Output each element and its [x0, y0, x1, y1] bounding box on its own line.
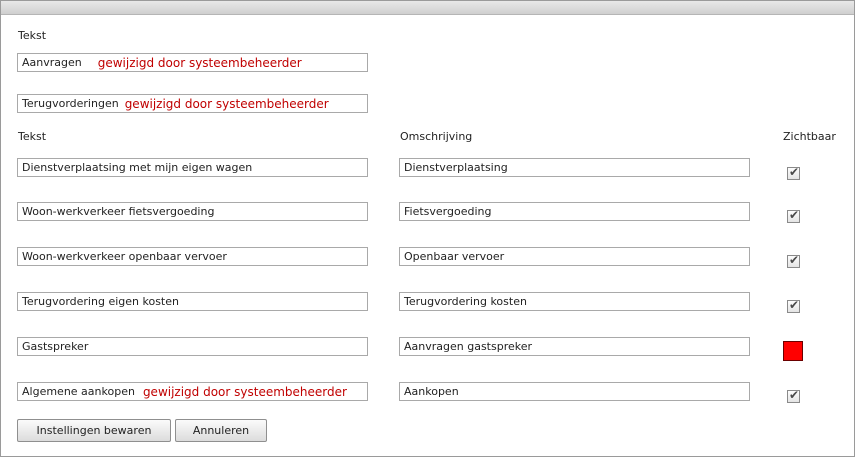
- field-value: Aanvragen gastspreker: [404, 340, 533, 353]
- checkmark-icon: ✔: [789, 253, 800, 267]
- checkmark-icon: ✔: [789, 208, 800, 222]
- row-tekst-field[interactable]: Woon-werkverkeer fietsvergoeding: [17, 202, 368, 221]
- row-omschrijving-field[interactable]: Aanvragen gastspreker: [399, 337, 750, 356]
- row-tekst-field[interactable]: Woon-werkverkeer openbaar vervoer: [17, 247, 368, 266]
- field-value: Aankopen: [404, 385, 459, 398]
- field-value: Dienstverplaatsing met mijn eigen wagen: [22, 161, 253, 174]
- modified-note: gewijzigd door systeembeheerder: [124, 96, 329, 111]
- field-value: Terugvordering eigen kosten: [22, 295, 179, 308]
- row-omschrijving-field[interactable]: Terugvordering kosten: [399, 292, 750, 311]
- row-tekst-field[interactable]: Algemene aankopen gewijzigd door systeem…: [17, 382, 368, 401]
- checkmark-icon: ✔: [789, 165, 800, 179]
- aanvragen-text-field[interactable]: Aanvragen gewijzigd door systeembeheerde…: [17, 53, 368, 72]
- column-header-omschrijving: Omschrijving: [400, 130, 473, 143]
- checkmark-icon: ✔: [789, 388, 800, 402]
- zichtbaar-checkbox[interactable]: ✔: [787, 298, 800, 313]
- row-omschrijving-field[interactable]: Fietsvergoeding: [399, 202, 750, 221]
- panel-title-bar: [1, 1, 854, 15]
- cancel-button[interactable]: Annuleren: [175, 419, 267, 442]
- field-value: Aanvragen: [22, 56, 82, 69]
- zichtbaar-checkbox[interactable]: ✔: [787, 253, 800, 268]
- zichtbaar-checkbox[interactable]: ✔: [787, 388, 800, 403]
- zichtbaar-checkbox[interactable]: ✔: [787, 208, 800, 223]
- column-header-tekst: Tekst: [18, 130, 47, 143]
- field-value: Terugvorderingen: [22, 97, 119, 110]
- zichtbaar-checkbox-invalid[interactable]: [783, 341, 803, 361]
- settings-panel: Tekst Aanvragen gewijzigd door systeembe…: [0, 0, 855, 457]
- row-omschrijving-field[interactable]: Openbaar vervoer: [399, 247, 750, 266]
- field-value: Algemene aankopen: [22, 385, 135, 398]
- checkmark-icon: ✔: [789, 298, 800, 312]
- row-omschrijving-field[interactable]: Dienstverplaatsing: [399, 158, 750, 177]
- modified-note: gewijzigd door systeembeheerder: [142, 384, 347, 399]
- field-value: Woon-werkverkeer openbaar vervoer: [22, 250, 227, 263]
- field-value: Woon-werkverkeer fietsvergoeding: [22, 205, 215, 218]
- row-tekst-field[interactable]: Gastspreker: [17, 337, 368, 356]
- row-omschrijving-field[interactable]: Aankopen: [399, 382, 750, 401]
- field-value: Dienstverplaatsing: [404, 161, 508, 174]
- top-tekst-label: Tekst: [18, 29, 47, 42]
- terugvorderingen-text-field[interactable]: Terugvorderingen gewijzigd door systeemb…: [17, 94, 368, 113]
- field-value: Gastspreker: [22, 340, 89, 353]
- field-value: Openbaar vervoer: [404, 250, 505, 263]
- zichtbaar-checkbox[interactable]: ✔: [787, 165, 800, 180]
- field-value: Fietsvergoeding: [404, 205, 492, 218]
- column-header-zichtbaar: Zichtbaar: [783, 130, 836, 143]
- save-button[interactable]: Instellingen bewaren: [17, 419, 171, 442]
- modified-note: gewijzigd door systeembeheerder: [97, 55, 302, 70]
- field-value: Terugvordering kosten: [404, 295, 527, 308]
- row-tekst-field[interactable]: Dienstverplaatsing met mijn eigen wagen: [17, 158, 368, 177]
- row-tekst-field[interactable]: Terugvordering eigen kosten: [17, 292, 368, 311]
